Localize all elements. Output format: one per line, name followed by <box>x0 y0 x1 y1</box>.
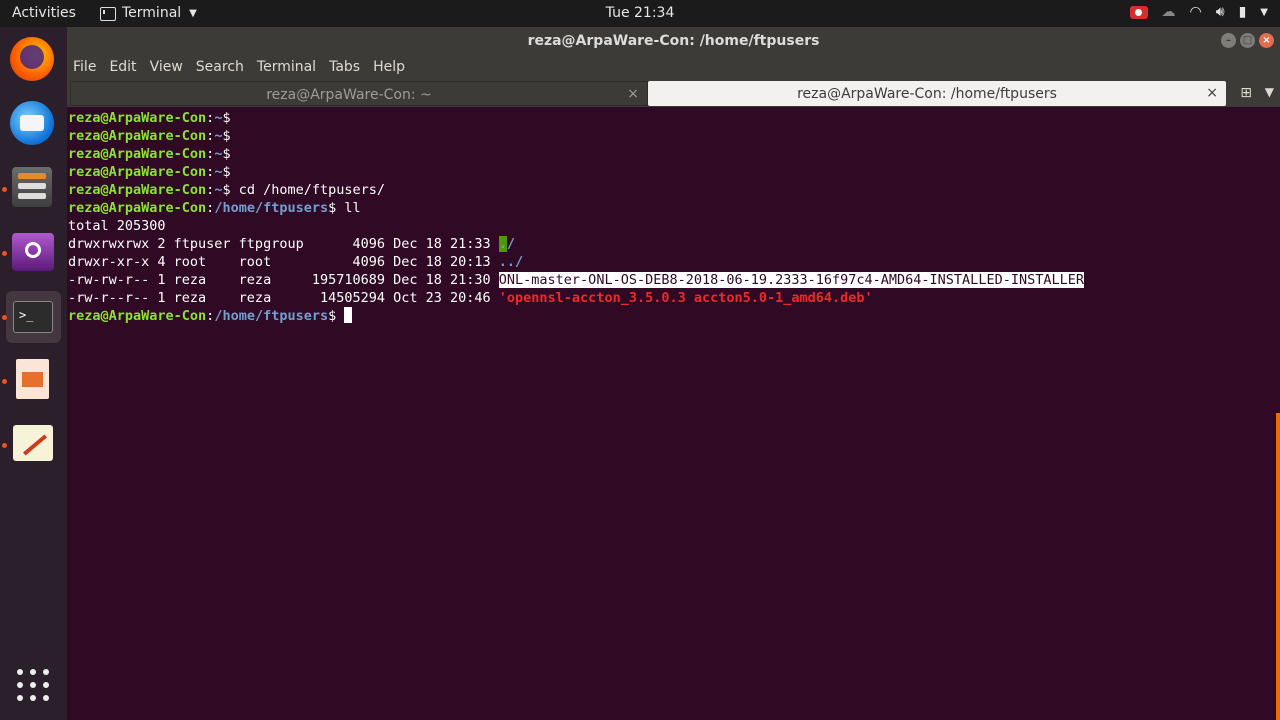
screen-recorder-icon[interactable] <box>1129 5 1148 19</box>
running-indicator <box>2 315 7 320</box>
prompt-path: /home/ftpusers <box>214 308 329 324</box>
prompt-user: reza@ArpaWare-Con <box>68 128 207 144</box>
files-icon[interactable] <box>12 167 52 207</box>
minimize-icon[interactable]: – <box>1221 33 1236 48</box>
prompt-text: $ <box>328 308 345 324</box>
terminal-line: reza@ArpaWare-Con:~$ cd /home/ftpusers/ <box>68 181 385 199</box>
battery-icon[interactable]: ▮ <box>1239 4 1247 20</box>
app-menu-label: Terminal <box>122 5 182 21</box>
menu-tabs[interactable]: Tabs <box>323 55 367 80</box>
dir-name: . <box>498 236 507 252</box>
app-menu[interactable]: Terminal ▼ <box>100 5 197 21</box>
terminal-icon[interactable]: >_ <box>13 301 53 333</box>
volume-icon[interactable]: 🔊︎ <box>1216 4 1225 20</box>
tab-label: reza@ArpaWare-Con: ~ <box>266 87 432 103</box>
terminal-app-icon <box>100 7 116 21</box>
command-text: $ ll <box>328 200 361 216</box>
scrollbar[interactable] <box>1276 413 1280 720</box>
prompt-user: reza@ArpaWare-Con <box>68 308 207 324</box>
running-indicator <box>2 379 7 384</box>
file-meta: drwxr-xr-x 4 root root 4096 Dec 18 20:13 <box>68 254 499 270</box>
terminal-line: reza@ArpaWare-Con:/home/ftpusers$ <box>68 307 353 325</box>
prompt-text: $ <box>222 110 231 126</box>
impress-icon[interactable] <box>16 359 49 399</box>
prompt-user: reza@ArpaWare-Con <box>68 182 207 198</box>
video-icon[interactable] <box>12 233 54 271</box>
listing-row: -rw-r--r-- 1 reza reza 14505294 Oct 23 2… <box>68 289 873 307</box>
maximize-icon[interactable]: □ <box>1240 33 1255 48</box>
file-meta: drwxrwxrwx 2 ftpuser ftpgroup 4096 Dec 1… <box>68 236 499 252</box>
window-controls: – □ × <box>1221 33 1274 48</box>
dir-name: ../ <box>498 254 524 270</box>
menu-help[interactable]: Help <box>367 55 412 80</box>
tab-home[interactable]: reza@ArpaWare-Con: ~ × <box>70 81 648 106</box>
menu-search[interactable]: Search <box>190 55 251 80</box>
window-titlebar[interactable]: reza@ArpaWare-Con: /home/ftpusers – □ × <box>67 27 1280 55</box>
prompt-user: reza@ArpaWare-Con <box>68 164 207 180</box>
tab-close-icon[interactable]: × <box>627 86 639 102</box>
deb-file-name: 'opennsl-accton_3.5.0.3 accton5.0-1_amd6… <box>498 290 873 306</box>
menu-view[interactable]: View <box>144 55 190 80</box>
listing-row: drwxrwxrwx 2 ftpuser ftpgroup 4096 Dec 1… <box>68 235 515 253</box>
close-icon[interactable]: × <box>1259 33 1274 48</box>
tab-close-icon[interactable]: × <box>1206 85 1218 101</box>
chevron-down-icon: ▼ <box>189 7 197 19</box>
system-tray: ☁ ◠ 🔊︎ ▮ ▼ <box>1129 4 1268 20</box>
new-tab-icon[interactable]: ⊞ <box>1240 85 1252 101</box>
launcher: >_ <box>0 27 67 720</box>
running-indicator <box>2 187 7 192</box>
tab-bar: reza@ArpaWare-Con: ~ × reza@ArpaWare-Con… <box>67 80 1280 107</box>
menu-terminal[interactable]: Terminal <box>251 55 323 80</box>
command-text: $ cd /home/ftpusers/ <box>222 182 386 198</box>
terminal-line: total 205300 <box>68 218 166 234</box>
top-panel: Activities Terminal ▼ Tue 21:34 ☁ ◠ 🔊︎ ▮… <box>0 0 1280 27</box>
prompt-path: /home/ftpusers <box>214 200 329 216</box>
tab-ftpusers[interactable]: reza@ArpaWare-Con: /home/ftpusers × <box>648 81 1226 106</box>
selected-file-name[interactable]: ONL-master-ONL-OS-DEB8-2018-06-19.2333-1… <box>498 272 1084 288</box>
prompt-text: $ <box>222 128 231 144</box>
activities-button[interactable]: Activities <box>12 5 76 21</box>
running-indicator <box>2 251 7 256</box>
terminal-line: reza@ArpaWare-Con:~$ <box>68 145 231 163</box>
terminal-line: reza@ArpaWare-Con:~$ <box>68 109 231 127</box>
terminal-line: reza@ArpaWare-Con:/home/ftpusers$ ll <box>68 199 361 217</box>
text-cursor <box>344 307 353 323</box>
menu-file[interactable]: File <box>67 55 103 80</box>
prompt-user: reza@ArpaWare-Con <box>68 146 207 162</box>
thunderbird-icon[interactable] <box>10 101 54 145</box>
terminal-view[interactable]: reza@ArpaWare-Con:~$ reza@ArpaWare-Con:~… <box>67 107 1280 720</box>
window-title: reza@ArpaWare-Con: /home/ftpusers <box>527 33 820 49</box>
prompt-user: reza@ArpaWare-Con <box>68 110 207 126</box>
dir-name-suffix: / <box>506 236 516 252</box>
menu-edit[interactable]: Edit <box>103 55 143 80</box>
tab-menu-chevron-icon[interactable]: ▼ <box>1265 85 1274 99</box>
firefox-icon[interactable] <box>10 37 54 81</box>
show-apps-icon[interactable] <box>17 669 49 701</box>
terminal-line: reza@ArpaWare-Con:~$ <box>68 163 231 181</box>
prompt-text: $ <box>222 146 231 162</box>
terminal-line: reza@ArpaWare-Con:~$ <box>68 127 231 145</box>
prompt-text: $ <box>222 164 231 180</box>
listing-row: -rw-rw-r-- 1 reza reza 195710689 Dec 18 … <box>68 271 1084 289</box>
cloud-icon[interactable]: ☁ <box>1162 4 1176 20</box>
tab-label: reza@ArpaWare-Con: /home/ftpusers <box>797 86 1057 102</box>
file-meta: -rw-rw-r-- 1 reza reza 195710689 Dec 18 … <box>68 272 499 288</box>
menubar: File Edit View Search Terminal Tabs Help <box>67 55 1280 80</box>
wifi-icon[interactable]: ◠ <box>1190 4 1202 20</box>
running-indicator <box>2 443 7 448</box>
power-menu-icon[interactable]: ▼ <box>1260 7 1268 18</box>
text-editor-icon[interactable] <box>13 425 53 461</box>
prompt-user: reza@ArpaWare-Con <box>68 200 207 216</box>
file-meta: -rw-r--r-- 1 reza reza 14505294 Oct 23 2… <box>68 290 499 306</box>
listing-row: drwxr-xr-x 4 root root 4096 Dec 18 20:13… <box>68 253 523 271</box>
